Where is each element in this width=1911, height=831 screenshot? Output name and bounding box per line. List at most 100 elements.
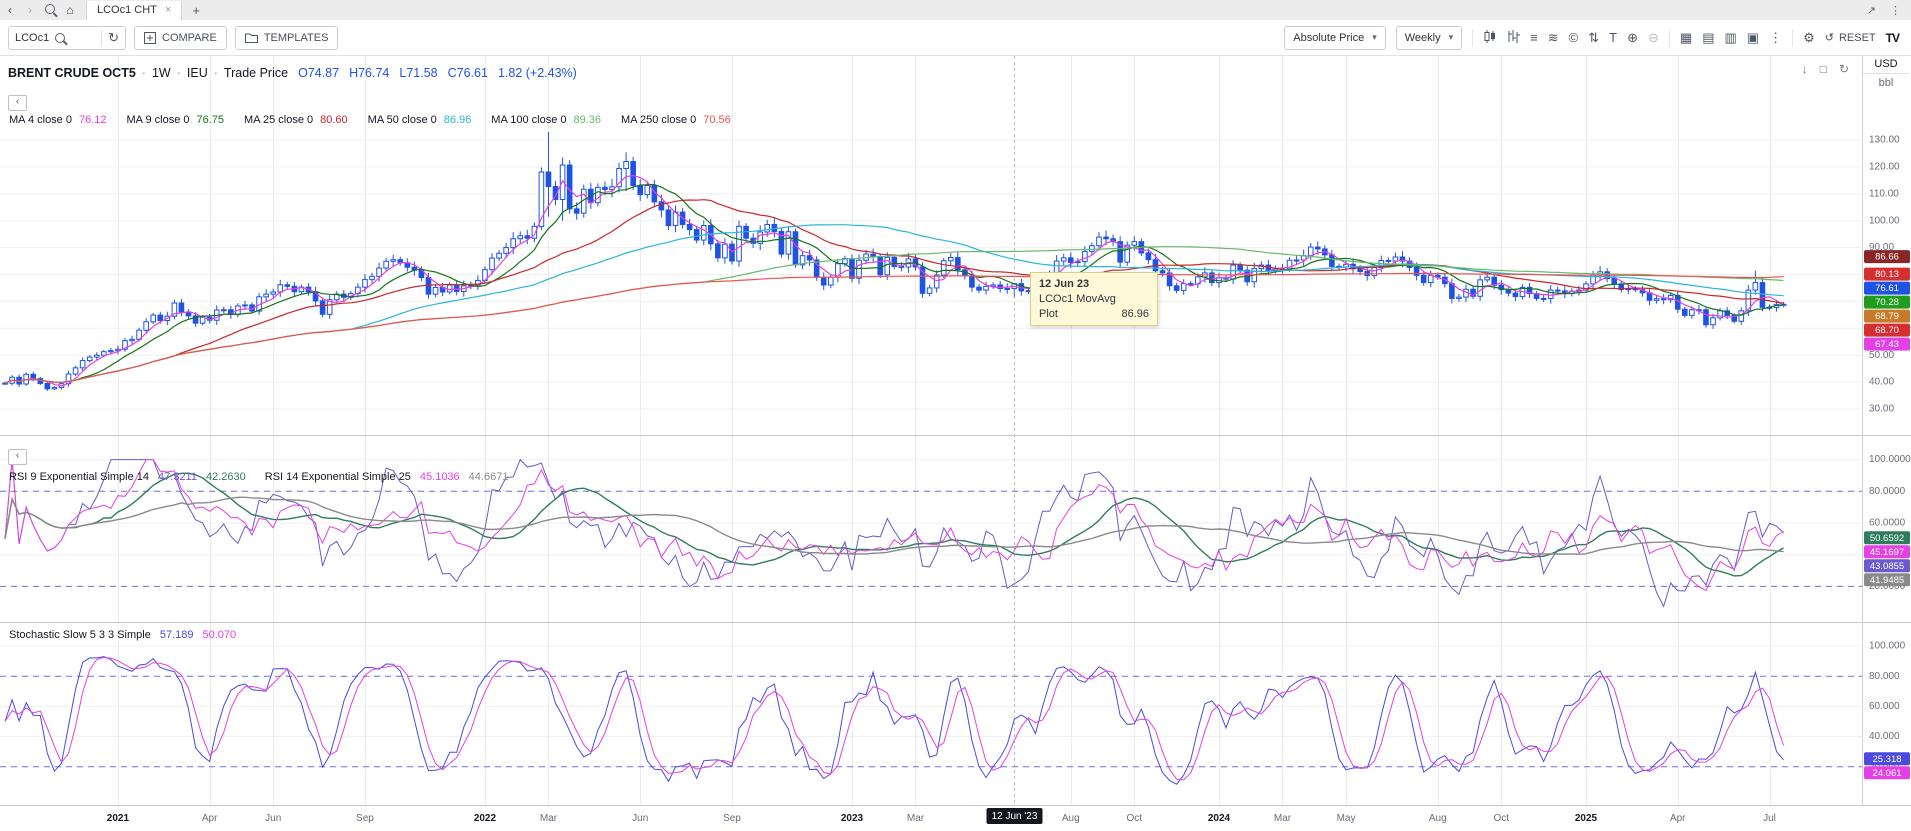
templates-button[interactable]: TEMPLATES [235,26,339,50]
stochastic-legend: Stochastic Slow 5 3 3 Simple 57.189 50.0… [9,629,236,641]
chart-tab[interactable]: LCOc1 CHT × [86,1,182,20]
compare-button[interactable]: COMPARE [134,26,227,50]
search-icon[interactable] [40,3,60,17]
tooltip-plot-row: Plot 86.96 [1039,308,1149,320]
rsi-value-chip: 43.0855 [1864,559,1910,572]
calendar-icon[interactable]: ▤ [1702,31,1714,44]
low-value: L71.58 [399,66,437,80]
time-axis-label: Jul [1763,813,1776,824]
ma-legend-item: MA 250 close 070.56 [621,114,731,126]
currency-label: USD [1863,58,1909,74]
tab-bar: ‹ › ⌂ LCOc1 CHT × + ↗ ⋮ [0,0,1911,21]
svg-text:67.43: 67.43 [1875,339,1899,350]
price-value-chip: 76.61 [1864,282,1910,295]
collapse-main-pane-button[interactable]: ‹ [8,95,27,111]
compare-icon [144,32,156,44]
tradingview-logo[interactable]: TV [1886,31,1899,45]
close-tab-icon[interactable]: × [165,4,171,16]
ma-legend-item: MA 100 close 089.36 [491,114,601,126]
candlestick-style-icon[interactable] [1483,30,1497,45]
zoom-in-icon[interactable]: ⊕ [1627,31,1638,44]
time-axis-label: 2022 [474,813,497,824]
compare-arrows-icon[interactable]: ⇅ [1588,31,1599,44]
charting-app: 130.00120.00110.00100.0090.0080.0070.006… [0,0,1911,831]
chevron-down-icon: ▾ [1372,32,1377,43]
crosshair-date-chip: 12 Jun '23 [987,808,1043,824]
more-options-icon[interactable]: ⋮ [1890,4,1901,17]
news-icon[interactable]: ▥ [1725,31,1737,44]
axis-tick-label: 120.00 [1869,162,1900,173]
symbol-input[interactable]: LCOc1 [15,32,49,44]
axis-tick-label: 40.000 [1869,731,1900,742]
high-value: H76.74 [349,66,389,80]
rsi-legend: RSI 9 Exponential Simple 14 47.3211 42.2… [9,471,508,483]
ma-9-line [5,185,1784,384]
price-value-chip: 80.13 [1864,268,1910,281]
price-value-chip: 68.70 [1864,324,1910,337]
time-axis-label: 2024 [1208,813,1231,824]
instrument-name: BRENT CRUDE OCT5 [8,66,136,80]
open-value: O74.87 [298,66,339,80]
table-view-icon[interactable]: ▦ [1680,31,1692,44]
back-icon[interactable]: ‹ [0,3,20,17]
axis-tick-label: 80.0000 [1869,486,1906,497]
rsi-value-chip: 41.9485 [1864,573,1910,586]
text-tool-icon[interactable]: T [1609,31,1617,44]
scale-down-icon[interactable]: ↓ [1802,62,1808,76]
rsi-line [5,473,1784,576]
axis-tick-label: 110.00 [1869,188,1899,199]
symbol-search-icon[interactable] [55,33,65,43]
events-icon[interactable]: © [1569,31,1579,44]
line-tools-icon[interactable]: ≡ [1530,31,1538,44]
price-value-chip: 67.43 [1864,338,1910,351]
bar-style-icon[interactable] [1507,30,1520,45]
more-icon[interactable]: ⋮ [1769,31,1782,44]
zoom-out-icon[interactable]: ⊖ [1648,31,1659,44]
time-axis-label: Mar [540,813,558,824]
mini-chart-icon[interactable]: ▣ [1747,31,1759,44]
axis-tick-label: 100.0000 [1869,454,1911,465]
maximize-pane-icon[interactable]: □ [1820,62,1827,76]
stoch-value-chip: 24.061 [1864,766,1910,779]
axis-tick-label: 100.000 [1869,641,1906,652]
new-tab-icon[interactable]: + [192,3,200,18]
axis-tick-label: 100.00 [1869,215,1900,226]
time-axis-label: May [1337,813,1356,824]
home-icon[interactable]: ⌂ [60,3,80,17]
symbol-search-box[interactable]: LCOc1 ↻ [8,26,126,50]
vertical-gridlines [119,56,1771,805]
time-axis-label: Aug [1429,813,1447,824]
ma-legend-item: MA 50 close 086.96 [368,114,472,126]
pane-header-icons: ↓ □ ↻ [1802,62,1849,76]
axis-tick-label: 50.00 [1869,350,1894,361]
time-axis-label: 2021 [107,813,130,824]
price-value-chip: 70.28 [1864,296,1910,309]
settings-gear-icon[interactable]: ⚙ [1803,31,1815,44]
svg-text:43.0855: 43.0855 [1870,561,1904,572]
crosshair-tooltip: 12 Jun 23 LCOc1 MovAvg Plot 86.96 [1030,272,1158,326]
refresh-pane-icon[interactable]: ↻ [1839,62,1849,76]
svg-text:76.61: 76.61 [1875,283,1899,294]
time-axis-label: 2023 [841,813,864,824]
change-value: 1.82 (+2.43%) [498,66,577,80]
svg-text:24.061: 24.061 [1872,768,1901,779]
axis-tick-label: 130.00 [1869,135,1900,146]
popout-icon[interactable]: ↗ [1867,4,1876,17]
svg-text:68.70: 68.70 [1875,325,1899,336]
symbol-refresh-icon[interactable]: ↻ [108,31,119,44]
time-axis-label: Sep [723,813,741,824]
svg-text:41.9485: 41.9485 [1870,575,1904,586]
price-mode-select[interactable]: Absolute Price▾ [1284,26,1385,50]
tooltip-date: 12 Jun 23 [1039,278,1149,290]
svg-text:80.13: 80.13 [1875,269,1899,280]
collapse-rsi-pane-button[interactable]: ‹ [8,449,27,465]
time-axis-label: 2025 [1575,813,1598,824]
interval-select[interactable]: Weekly▾ [1396,26,1462,50]
time-axis-label: Aug [1062,813,1080,824]
ma-4-line [5,176,1784,386]
indicators-icon[interactable]: ≋ [1548,31,1559,44]
reset-button[interactable]: ↺ RESET [1825,31,1876,44]
time-axis-label: Oct [1494,813,1510,824]
svg-text:25.318: 25.318 [1872,754,1901,765]
forward-icon[interactable]: › [20,3,40,17]
